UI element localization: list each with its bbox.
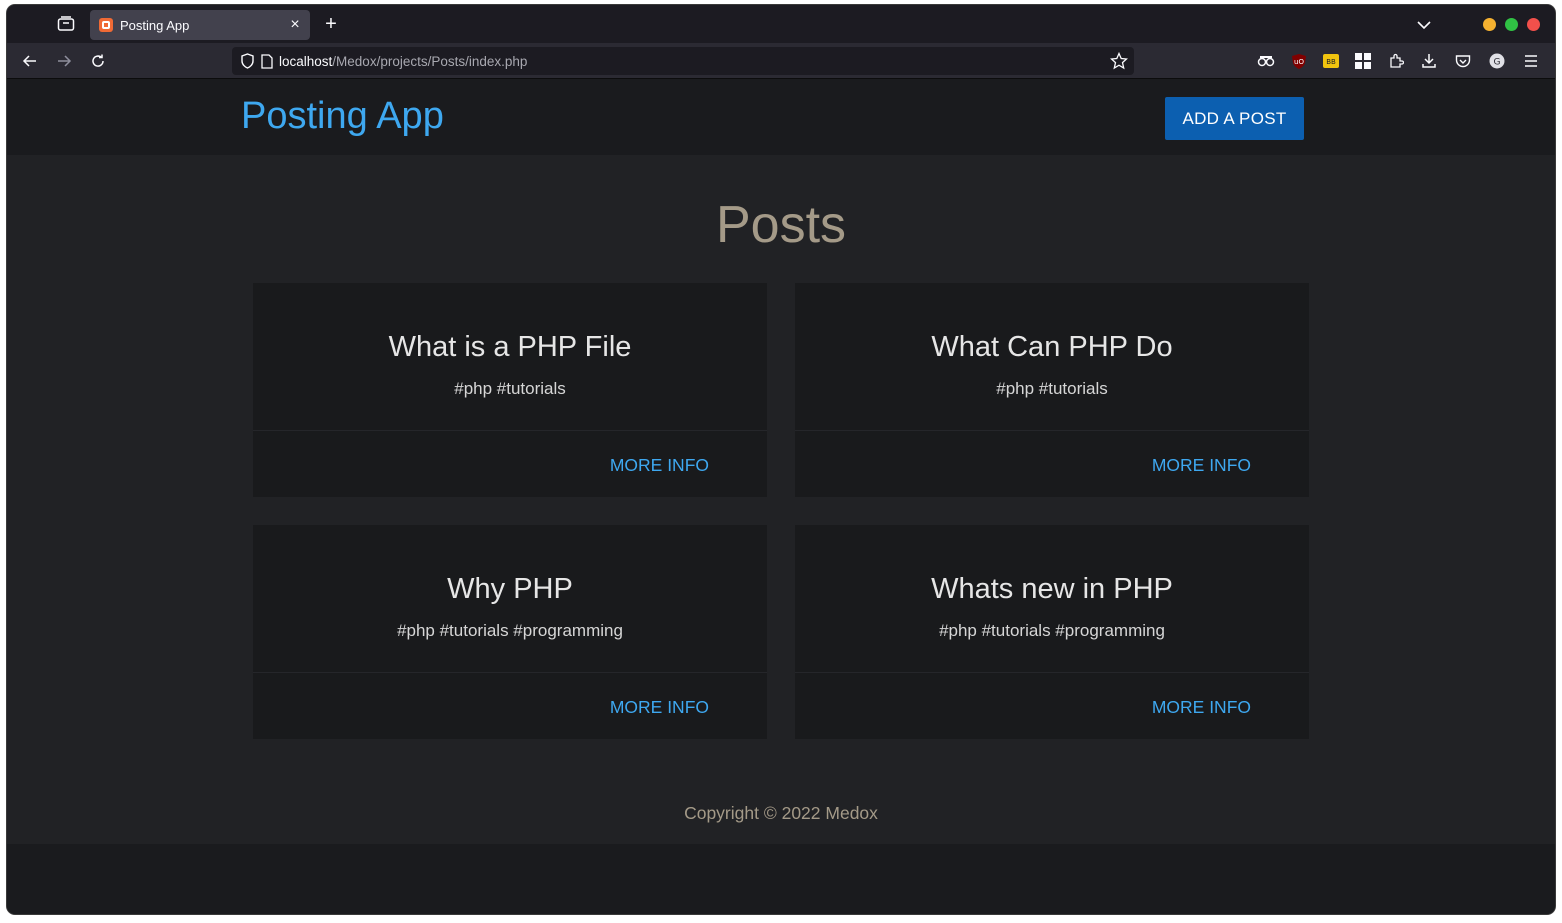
more-info-link[interactable]: MORE INFO <box>610 697 709 718</box>
url-host: localhost <box>279 53 333 69</box>
xampp-favicon-icon <box>99 18 113 32</box>
chevron-down-icon[interactable] <box>1414 15 1434 35</box>
url-path: /Medox/projects/Posts/index.php <box>332 53 528 69</box>
download-icon[interactable] <box>1419 51 1439 71</box>
page-content: Posting App ADD A POST Posts What is a P… <box>7 79 1555 914</box>
post-card: What is a PHP File #php #tutorials MORE … <box>253 283 767 497</box>
reload-icon[interactable] <box>87 50 109 72</box>
more-info-link[interactable]: MORE INFO <box>1152 697 1251 718</box>
tab-title: Posting App <box>120 17 190 33</box>
shield-icon[interactable] <box>240 53 255 69</box>
extensions-puzzle-icon[interactable] <box>1386 51 1406 71</box>
post-title: Whats new in PHP <box>931 573 1173 605</box>
post-tags: #php #tutorials <box>454 379 566 398</box>
brand-link[interactable]: Posting App <box>241 95 444 138</box>
firefox-view-icon[interactable] <box>55 13 77 35</box>
maximize-button[interactable] <box>1505 18 1518 31</box>
navigation-toolbar: localhost/Medox/projects/Posts/index.php… <box>7 43 1555 79</box>
add-post-button[interactable]: ADD A POST <box>1165 97 1304 140</box>
card-body: Why PHP #php #tutorials #programming <box>253 525 767 673</box>
site-header: Posting App ADD A POST <box>7 79 1555 155</box>
post-tags: #php #tutorials <box>996 379 1108 398</box>
menu-hamburger-icon[interactable] <box>1521 51 1541 71</box>
post-title: What Can PHP Do <box>931 331 1173 363</box>
close-window-button[interactable] <box>1527 18 1540 31</box>
svg-text:G: G <box>1494 58 1501 68</box>
more-info-link[interactable]: MORE INFO <box>610 455 709 476</box>
card-body: What Can PHP Do #php #tutorials <box>795 283 1309 431</box>
tab-posting-app[interactable]: Posting App × <box>90 10 310 40</box>
new-tab-button[interactable]: + <box>320 13 342 35</box>
more-info-link[interactable]: MORE INFO <box>1152 455 1251 476</box>
post-tags: #php #tutorials #programming <box>939 621 1165 640</box>
url-text[interactable]: localhost/Medox/projects/Posts/index.php <box>279 54 527 69</box>
page-title: Posts <box>715 196 847 254</box>
page-icon[interactable] <box>261 53 273 69</box>
svg-text:BB: BB <box>1326 58 1336 66</box>
pocket-icon[interactable] <box>1453 51 1473 71</box>
url-bar[interactable]: localhost/Medox/projects/Posts/index.php <box>232 47 1134 75</box>
card-body: Whats new in PHP #php #tutorials #progra… <box>795 525 1309 673</box>
tab-close-icon[interactable]: × <box>283 16 307 34</box>
footer-band <box>7 844 1555 914</box>
post-title: Why PHP <box>447 573 573 605</box>
post-card: What Can PHP Do #php #tutorials MORE INF… <box>795 283 1309 497</box>
tab-strip: Posting App × + <box>7 5 1555 43</box>
post-card: Whats new in PHP #php #tutorials #progra… <box>795 525 1309 739</box>
grid-extension-icon[interactable] <box>1353 51 1373 71</box>
footer-copyright: Copyright © 2022 Medox <box>684 803 878 823</box>
minimize-button[interactable] <box>1483 18 1496 31</box>
account-avatar-icon[interactable]: G <box>1487 51 1507 71</box>
back-arrow-icon[interactable] <box>19 50 41 72</box>
svg-text:uO: uO <box>1294 58 1304 66</box>
glasses-extension-icon[interactable] <box>1256 51 1276 71</box>
reader-extension-icon[interactable]: BB <box>1321 51 1341 71</box>
card-body: What is a PHP File #php #tutorials <box>253 283 767 431</box>
forward-arrow-icon[interactable] <box>53 50 75 72</box>
ublock-origin-icon[interactable]: uO <box>1289 51 1309 71</box>
post-card: Why PHP #php #tutorials #programming MOR… <box>253 525 767 739</box>
post-tags: #php #tutorials #programming <box>397 621 623 640</box>
browser-window: Posting App × + localhost/Medox/projects… <box>7 5 1555 914</box>
bookmark-star-icon[interactable] <box>1110 52 1128 70</box>
post-title: What is a PHP File <box>388 331 632 363</box>
